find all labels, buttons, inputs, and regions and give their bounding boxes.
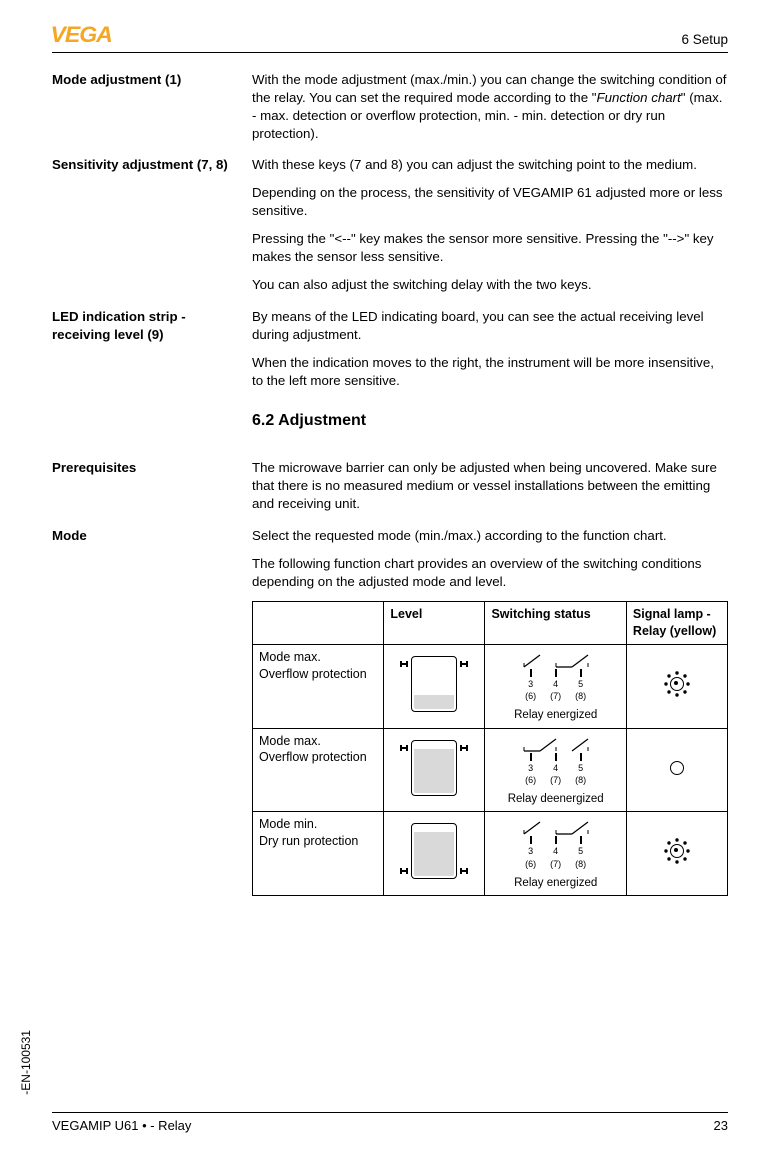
doc-code-vertical: -EN-100531 xyxy=(18,1030,34,1095)
cell-mode: Mode max.Overflow protection xyxy=(253,644,384,728)
page-footer: VEGAMIP U61 • - Relay 23 xyxy=(52,1112,728,1135)
cell-switching: 3(6)4(7)5(8)Relay deenergized xyxy=(485,728,626,812)
paragraph: When the indication moves to the right, … xyxy=(252,354,728,390)
th-switching: Switching status xyxy=(485,602,626,645)
paragraph: By means of the LED indicating board, yo… xyxy=(252,308,728,344)
section-label: LED indication strip - receiving level (… xyxy=(52,308,252,390)
paragraph: You can also adjust the switching delay … xyxy=(252,276,728,294)
th-level: Level xyxy=(384,602,485,645)
th-blank xyxy=(253,602,384,645)
section-label: Sensitivity adjustment (7, 8) xyxy=(52,156,252,294)
section-label: Prerequisites xyxy=(52,459,252,513)
heading-6-2: 6.2 Adjustment xyxy=(252,410,728,432)
paragraph: The following function chart provides an… xyxy=(252,555,728,591)
cell-lamp xyxy=(626,644,727,728)
section-label: Mode adjustment (1) xyxy=(52,71,252,143)
section-label: Mode xyxy=(52,527,252,896)
cell-switching: 3(6)4(7)5(8)Relay energized xyxy=(485,812,626,896)
function-chart-table: Level Switching status Signal lamp - Rel… xyxy=(252,601,728,896)
paragraph: The microwave barrier can only be adjust… xyxy=(252,459,728,513)
paragraph: Select the requested mode (min./max.) ac… xyxy=(252,527,728,545)
lamp-on-icon xyxy=(670,844,684,858)
cell-level-diagram xyxy=(384,644,485,728)
table-row: Mode min.Dry run protection 3(6)4(7)5(8)R… xyxy=(253,812,728,896)
section: Sensitivity adjustment (7, 8)With these … xyxy=(52,156,728,294)
table-header-row: Level Switching status Signal lamp - Rel… xyxy=(253,602,728,645)
lamp-on-icon xyxy=(670,677,684,691)
cell-lamp xyxy=(626,812,727,896)
footer-page-number: 23 xyxy=(714,1117,728,1135)
section: LED indication strip - receiving level (… xyxy=(52,308,728,390)
vega-logo: VEGA xyxy=(51,20,112,50)
cell-mode: Mode min.Dry run protection xyxy=(253,812,384,896)
th-signal: Signal lamp - Relay (yellow) xyxy=(626,602,727,645)
paragraph: Pressing the "<--" key makes the sensor … xyxy=(252,230,728,266)
section-mode: Mode Select the requested mode (min./max… xyxy=(52,527,728,896)
cell-lamp xyxy=(626,728,727,812)
chapter-label: 6 Setup xyxy=(681,31,728,49)
cell-level-diagram xyxy=(384,812,485,896)
table-row: Mode max.Overflow protection 3(6)4(7)5(8)… xyxy=(253,728,728,812)
paragraph: Depending on the process, the sensitivit… xyxy=(252,184,728,220)
lamp-off-icon xyxy=(670,761,684,775)
paragraph: With these keys (7 and 8) you can adjust… xyxy=(252,156,728,174)
section-prerequisites: Prerequisites The microwave barrier can … xyxy=(52,459,728,513)
cell-mode: Mode max.Overflow protection xyxy=(253,728,384,812)
paragraph: With the mode adjustment (max./min.) you… xyxy=(252,71,728,143)
table-row: Mode max.Overflow protection 3(6)4(7)5(8)… xyxy=(253,644,728,728)
cell-level-diagram xyxy=(384,728,485,812)
page-header: VEGA 6 Setup xyxy=(52,20,728,53)
footer-left: VEGAMIP U61 • - Relay xyxy=(52,1117,191,1135)
cell-switching: 3(6)4(7)5(8)Relay energized xyxy=(485,644,626,728)
section: Mode adjustment (1)With the mode adjustm… xyxy=(52,71,728,143)
